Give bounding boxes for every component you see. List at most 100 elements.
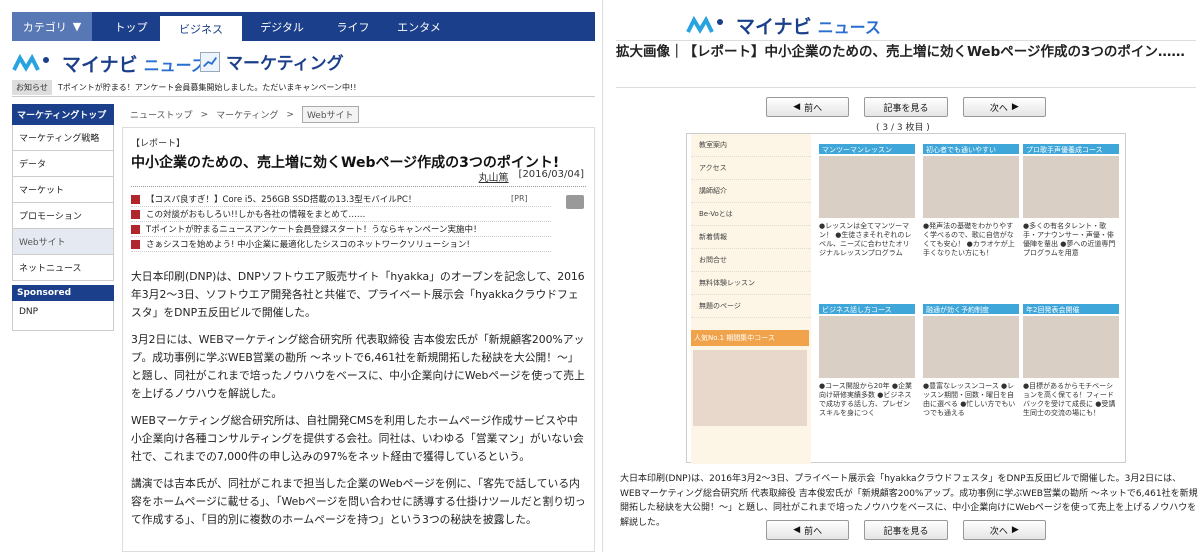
logo-sub: ニュース: [143, 55, 207, 75]
photo-image: [819, 316, 915, 378]
paragraph: 講演では吉本氏が、同社がこれまで担当した企業のWebページを例に、「客先で話して…: [131, 477, 586, 526]
prev-button[interactable]: ◀ 前へ: [766, 97, 850, 117]
checkbox-icon: [131, 194, 140, 204]
image-link: アクセス: [691, 157, 811, 180]
next-button[interactable]: 次へ ▶: [962, 97, 1046, 117]
next-button[interactable]: 次へ ▶: [962, 520, 1046, 540]
view-article-button[interactable]: 記事を見る: [864, 520, 948, 540]
ad-item[interactable]: さぁシスコを始めよう! 中小企業に最適化したシスコのネットワークソリューション!: [131, 237, 551, 252]
image-banner: 人気No.1 期間集中コース: [691, 330, 809, 346]
cell-text: ●レッスンは全てマンツーマン！ ●生徒さまそれぞれのレベル、ニーズに合わせたオリ…: [819, 222, 912, 257]
grid-cell: 初心者でも通いやすい ●発声法の基礎をわかりやすく学べるので、歌に自信がなくても安…: [923, 144, 1019, 294]
ad-item[interactable]: Tポイントが貯まるニュースアンケート会員登録スタート！うならキャンペーン実施中！: [131, 222, 551, 237]
prev-label: 前へ: [804, 103, 823, 114]
crumb-sep: >: [200, 109, 209, 120]
article: 【レポート】 中小企業のための、売上増に効くWebページ作成の3つのポイント! …: [122, 127, 595, 552]
cell-head: 融通が効く予約制度: [923, 304, 1019, 314]
prev-label: 前へ: [804, 526, 823, 537]
crumb-newstop[interactable]: ニューストップ: [130, 108, 193, 121]
author-link[interactable]: 丸山篤: [479, 169, 509, 184]
sidebar-item-data[interactable]: データ: [12, 151, 114, 177]
nav-tab-digital[interactable]: デジタル: [242, 12, 322, 41]
sidebar-item-netnews[interactable]: ネットニュース: [12, 255, 114, 281]
photo-image: [1023, 156, 1119, 218]
article-kicker: 【レポート】: [131, 139, 186, 149]
view-article-button[interactable]: 記事を見る: [864, 97, 948, 117]
sponsor-item-dnp[interactable]: DNP: [12, 301, 114, 331]
nav-tab-life[interactable]: ライフ: [322, 12, 384, 41]
cell-head: マンツーマンレッスン: [819, 144, 915, 154]
sidebar-item-promotion[interactable]: プロモーション: [12, 203, 114, 229]
image-link: 講師紹介: [691, 180, 811, 203]
section-title[interactable]: マーケティング: [200, 49, 344, 74]
nav-tab-entame[interactable]: エンタメ: [384, 12, 454, 41]
ad-text: この対談がおもしろい!!しかも各社の情報をまとめて……: [146, 210, 366, 220]
cell-text: ●発声法の基礎をわかりやすく学べるので、歌に自信がなくても安心！ ●カラオケが上…: [923, 222, 1015, 257]
ad-text: Tポイントが貯まるニュースアンケート会員登録スタート！うならキャンペーン実施中！: [146, 225, 482, 235]
pr-label: [PR]: [511, 194, 528, 203]
image-link: Be-Voとは: [691, 203, 811, 226]
checkbox-icon: [131, 209, 140, 219]
image-link: お問合せ: [691, 249, 811, 272]
divider: [131, 186, 586, 187]
ad-item[interactable]: この対談がおもしろい!!しかも各社の情報をまとめて……: [131, 207, 551, 222]
cell-head: 年2回発表会開催: [1023, 304, 1119, 314]
prev-button[interactable]: ◀ 前へ: [766, 520, 850, 540]
crumb-marketing[interactable]: マーケティング: [216, 108, 278, 121]
viewer-nav-bottom: ◀ 前へ 記事を見る 次へ ▶: [766, 520, 1046, 540]
view-label: 記事を見る: [883, 103, 929, 114]
paragraph: 3月2日には、WEBマーケティング総合研究所 代表取締役 吉本俊宏氏が「新規顧客…: [131, 333, 585, 400]
grid-cell: プロ歌手声優養成コース ●多くの有名タレント・歌手・アナウンサー・声優・俳優陣を輩…: [1023, 144, 1119, 294]
checkbox-icon: [131, 239, 140, 249]
next-label: 次へ: [989, 103, 1008, 114]
logo-brand: マイナビ: [736, 16, 812, 38]
crumb-website[interactable]: Webサイト: [301, 106, 359, 123]
category-label: カテゴリ: [22, 20, 67, 34]
print-icon[interactable]: [566, 195, 584, 209]
grid-cell: マンツーマンレッスン ●レッスンは全てマンツーマン！ ●生徒さまそれぞれのレベル、…: [819, 144, 915, 294]
chart-icon: [200, 51, 220, 72]
category-menu[interactable]: カテゴリ ▼: [12, 12, 92, 41]
arrow-right-icon: ▶: [1011, 525, 1019, 535]
notice-bar: お知らせ Tポイントが貯まる！アンケート会員募集開始しました。ただいまキャンペー…: [12, 80, 356, 95]
article-body: 大日本印刷(DNP)は、DNPソフトウエア販売サイト「hyakka」のオープンを…: [131, 268, 587, 538]
sidebar-item-strategy[interactable]: マーケティング戦略: [12, 125, 114, 151]
arrow-right-icon: ▶: [1011, 102, 1019, 112]
next-label: 次へ: [989, 526, 1008, 537]
image-link: 新着情報: [691, 226, 811, 249]
chevron-down-icon: ▼: [72, 20, 82, 33]
arrow-left-icon: ◀: [793, 525, 801, 535]
site-logo[interactable]: マイナビ ニュース: [686, 12, 881, 39]
sidebar-head[interactable]: マーケティングトップ: [12, 104, 114, 125]
ad-list: 【コスパ良すぎ！】Core i5、256GB SSD搭載の13.3型モバイルPC…: [131, 192, 551, 252]
cell-text: ●豊富なレッスンコース ●レッスン期間・回数・曜日を自由に選べる ●忙しい方でも…: [923, 382, 1016, 417]
arrow-left-icon: ◀: [793, 102, 801, 112]
image-link: 無料体験レッスン: [691, 272, 811, 295]
mynavi-logo-icon: [686, 15, 723, 34]
nav-tab-top[interactable]: トップ: [102, 12, 160, 41]
ad-item[interactable]: 【コスパ良すぎ！】Core i5、256GB SSD搭載の13.3型モバイルPC…: [131, 192, 551, 207]
image-link: 無題のページ: [691, 295, 811, 318]
notice-tag: お知らせ: [12, 80, 52, 95]
article-date: [2016/03/04]: [518, 169, 584, 180]
nav-tab-business[interactable]: ビジネス: [160, 16, 242, 41]
sidebar-item-website[interactable]: Webサイト: [12, 229, 114, 255]
enlarged-image: 教室案内 アクセス 講師紹介 Be-Voとは 新着情報 お問合せ 無料体験レッス…: [686, 133, 1126, 464]
logo-brand: マイナビ: [62, 54, 138, 76]
image-viewer-panel: マイナビ ニュース 拡大画像｜【レポート】中小企業のための、売上増に効くWebペ…: [606, 0, 1200, 552]
cell-text: ●目標があるからモチベーションを高く保てる！フィードバックを受けて成長に ●受講…: [1023, 382, 1116, 417]
image-link: 教室案内: [691, 134, 811, 157]
logo-sub: ニュース: [817, 17, 881, 37]
byline: 丸山篤 [2016/03/04]: [479, 169, 584, 184]
notice-link[interactable]: Tポイントが貯まる！アンケート会員募集開始しました。ただいまキャンペーン中!!: [58, 82, 357, 93]
photo-image: [819, 156, 915, 218]
top-navigation: カテゴリ ▼ トップ ビジネス デジタル ライフ エンタメ: [12, 12, 595, 41]
view-label: 記事を見る: [883, 526, 929, 537]
cell-text: ●コース開設から20年 ●企業向け研修実績多数 ●ビジネスで成功する話し方、プレ…: [819, 382, 912, 417]
pager: ( 3 / 3 枚目 ): [876, 123, 930, 133]
ad-text: 【コスパ良すぎ！】Core i5、256GB SSD搭載の13.3型モバイルPC…: [146, 195, 417, 205]
sidebar-item-market[interactable]: マーケット: [12, 177, 114, 203]
grid-cell: ビジネス話し方コース ●コース開設から20年 ●企業向け研修実績多数 ●ビジネスで…: [819, 304, 915, 454]
photo-image: [923, 156, 1019, 218]
site-logo[interactable]: マイナビ ニュース: [12, 50, 207, 77]
